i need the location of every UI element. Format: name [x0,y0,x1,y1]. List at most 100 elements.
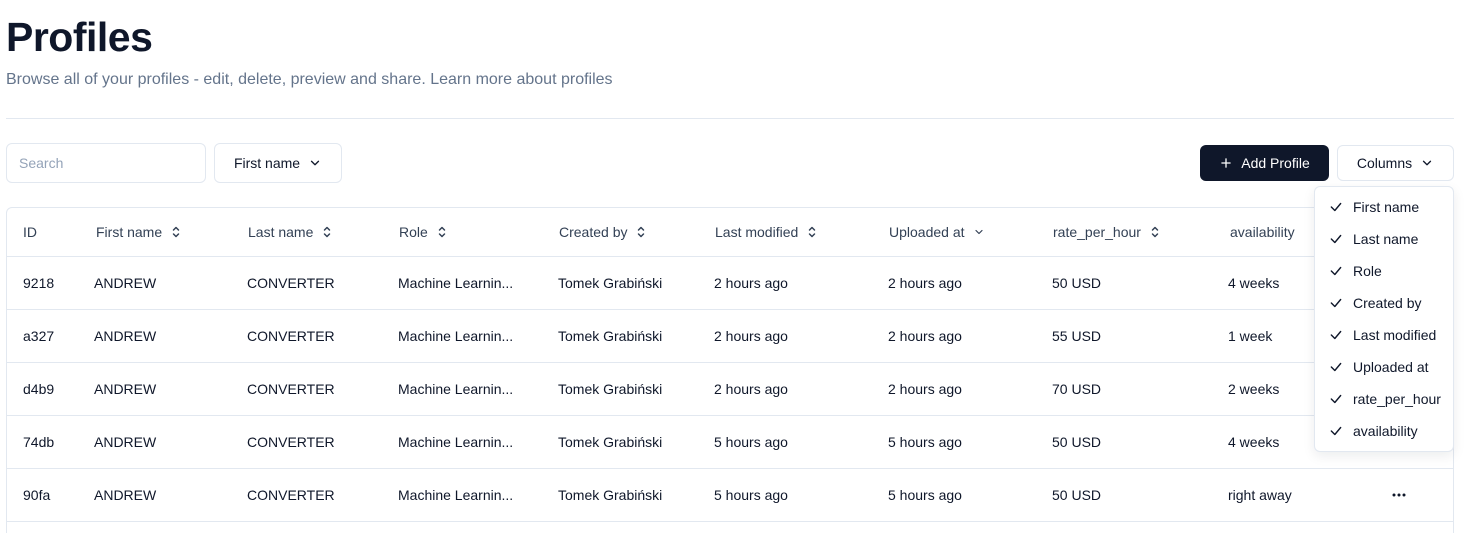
column-header-label: Created by [559,224,628,240]
chevron-down-icon [1420,156,1434,170]
cell-role: Machine Learnin... [398,381,514,397]
columns-menu-item-label: availability [1353,423,1418,439]
column-header-label: rate_per_hour [1053,224,1141,240]
cell-last-modified: 2 hours ago [714,381,788,397]
cell-availability: 2 weeks [1228,381,1280,397]
column-header-id: ID [23,208,37,256]
cell-role: Machine Learnin... [398,275,514,291]
column-header-label: ID [23,224,37,240]
columns-menu-item-label: rate_per_hour [1353,391,1441,407]
cell-role: Machine Learnin... [398,328,514,344]
check-icon [1329,328,1343,342]
page-title: Profiles [6,14,153,60]
check-icon [1329,296,1343,310]
column-header-label: Role [399,224,428,240]
plus-icon [1219,156,1233,170]
table-row[interactable]: 9218 ANDREW CONVERTER Machine Learnin...… [7,257,1453,310]
sort-updown-icon [436,225,448,239]
sort-updown-icon [635,225,647,239]
column-header-availability: availability [1230,208,1295,256]
cell-id: 74db [23,434,55,450]
column-header-label: Last name [248,224,314,240]
column-header-last-modified[interactable]: Last modified [715,208,818,256]
table-header-row: ID First name Last name Role Created by [7,208,1453,257]
cell-id: d4b9 [23,381,55,397]
cell-uploaded-at: 5 hours ago [888,434,962,450]
column-header-label: First name [96,224,163,240]
cell-id: 90fa [23,487,51,503]
columns-menu-item-last-name[interactable]: Last name [1319,223,1449,255]
chevron-down-icon [973,226,985,238]
cell-uploaded-at: 2 hours ago [888,328,962,344]
cell-uploaded-at: 2 hours ago [888,381,962,397]
check-icon [1329,392,1343,406]
columns-dropdown-menu: First name Last name Role Created by Las… [1314,186,1454,452]
chevron-down-icon [308,156,322,170]
cell-created-by: Tomek Grabiński [558,275,663,291]
columns-menu-item-label: Last modified [1353,327,1437,343]
column-header-first-name[interactable]: First name [96,208,182,256]
cell-created-by: Tomek Grabiński [558,434,663,450]
check-icon [1329,200,1343,214]
cell-role: Machine Learnin... [398,487,514,503]
search-input[interactable] [6,143,206,183]
columns-menu-item-created-by[interactable]: Created by [1319,287,1449,319]
column-header-uploaded-at[interactable]: Uploaded at [889,208,985,256]
cell-last-name: CONVERTER [247,275,335,291]
columns-button[interactable]: Columns [1337,145,1454,181]
column-header-created-by[interactable]: Created by [559,208,647,256]
cell-id: 9218 [23,275,55,291]
cell-last-name: CONVERTER [247,381,335,397]
columns-menu-item-role[interactable]: Role [1319,255,1449,287]
columns-menu-item-label: First name [1353,199,1420,215]
cell-last-modified: 5 hours ago [714,434,788,450]
columns-label: Columns [1356,155,1413,171]
cell-rate-per-hour: 70 USD [1052,381,1102,397]
columns-menu-item-label: Uploaded at [1353,359,1429,375]
cell-rate-per-hour: 55 USD [1052,328,1102,344]
table-row[interactable]: d4b9 ANDREW CONVERTER Machine Learnin...… [7,363,1453,416]
cell-role: Machine Learnin... [398,434,514,450]
cell-first-name: ANDREW [94,381,157,397]
cell-availability: 4 weeks [1228,434,1280,450]
column-header-role[interactable]: Role [399,208,448,256]
columns-menu-item-availability[interactable]: availability [1319,415,1449,447]
sort-updown-icon [170,225,182,239]
columns-menu-item-uploaded-at[interactable]: Uploaded at [1319,351,1449,383]
column-header-rate-per-hour[interactable]: rate_per_hour [1053,208,1161,256]
cell-first-name: ANDREW [94,487,157,503]
cell-last-modified: 2 hours ago [714,328,788,344]
cell-availability: right away [1228,487,1292,503]
cell-first-name: ANDREW [94,434,157,450]
cell-availability: 4 weeks [1228,275,1280,291]
cell-last-name: CONVERTER [247,328,335,344]
cell-rate-per-hour: 50 USD [1052,487,1102,503]
columns-menu-item-first-name[interactable]: First name [1319,191,1449,223]
cell-created-by: Tomek Grabiński [558,487,663,503]
sort-updown-icon [321,225,333,239]
column-header-label: Uploaded at [889,224,965,240]
sort-updown-icon [1149,225,1161,239]
cell-uploaded-at: 5 hours ago [888,487,962,503]
page-subtitle: Browse all of your profiles - edit, dele… [6,71,613,88]
cell-last-name: CONVERTER [247,434,335,450]
columns-menu-item-last-modified[interactable]: Last modified [1319,319,1449,351]
cell-last-modified: 5 hours ago [714,487,788,503]
more-horizontal-icon [1391,492,1407,498]
add-profile-button[interactable]: Add Profile [1200,145,1329,181]
cell-id: a327 [23,328,55,344]
cell-created-by: Tomek Grabiński [558,328,663,344]
columns-menu-item-label: Role [1353,263,1382,279]
cell-uploaded-at: 2 hours ago [888,275,962,291]
table-row[interactable]: 74db ANDREW CONVERTER Machine Learnin...… [7,416,1453,469]
filter-column-select[interactable]: First name [214,143,342,183]
table-row[interactable]: a327 ANDREW CONVERTER Machine Learnin...… [7,310,1453,363]
filter-column-label: First name [233,155,301,171]
cell-created-by: Tomek Grabiński [558,381,663,397]
table-row[interactable]: 90fa ANDREW CONVERTER Machine Learnin...… [7,469,1453,522]
row-actions-button[interactable] [1391,469,1407,521]
column-header-last-name[interactable]: Last name [248,208,333,256]
header-divider [6,118,1454,119]
check-icon [1329,360,1343,374]
columns-menu-item-rate-per-hour[interactable]: rate_per_hour [1319,383,1449,415]
